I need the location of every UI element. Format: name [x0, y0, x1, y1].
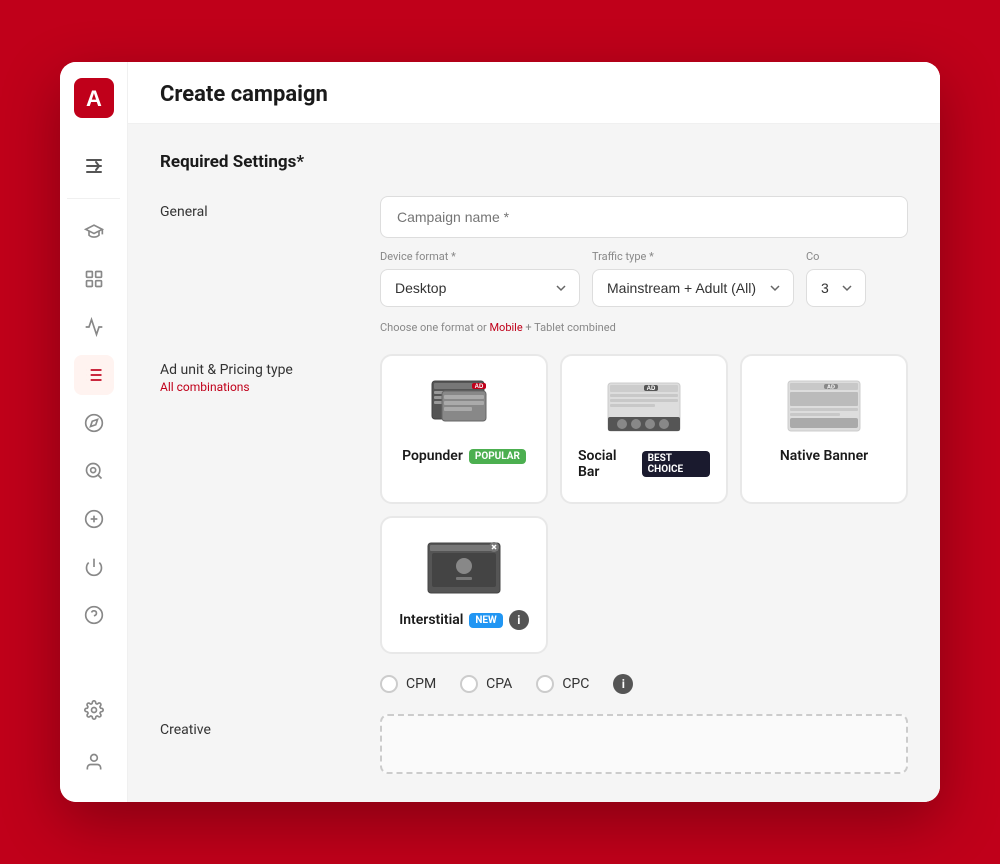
ad-unit-controls: AD Popunder POPULAR: [380, 354, 908, 654]
dropdowns-row: Device format * Desktop Mobile Tablet Tr…: [380, 250, 908, 307]
pricing-option-cpm[interactable]: CPM: [380, 675, 436, 693]
svg-text:AD: AD: [827, 384, 835, 390]
traffic-type-label: Traffic type *: [592, 250, 794, 263]
general-label: General: [160, 196, 380, 334]
traffic-type-group: Traffic type * Mainstream + Adult (All) …: [592, 250, 794, 307]
ad-unit-card-social-bar[interactable]: AD Social Bar BEST CHOICE: [560, 354, 728, 504]
sidebar-item-help[interactable]: [74, 595, 114, 635]
sidebar-divider-top: [67, 198, 121, 199]
sidebar-item-power[interactable]: [74, 547, 114, 587]
ad-units-grid: AD Popunder POPULAR: [380, 354, 908, 654]
sidebar-item-courses[interactable]: [74, 211, 114, 251]
traffic-type-select[interactable]: Mainstream + Adult (All) Mainstream Adul…: [592, 269, 794, 307]
content-area: Required Settings* General Device format…: [128, 124, 940, 802]
creative-placeholder: [380, 714, 908, 774]
device-format-hint: Choose one format or Mobile + Tablet com…: [380, 321, 908, 334]
sidebar-item-dashboard[interactable]: [74, 259, 114, 299]
sidebar-bottom: [74, 686, 114, 786]
app-logo[interactable]: A: [74, 78, 114, 118]
creative-row: Creative: [160, 714, 908, 774]
sidebar-item-billing[interactable]: [74, 499, 114, 539]
country-group: Co 3: [806, 250, 866, 307]
svg-text:AD: AD: [647, 386, 656, 392]
cpa-radio[interactable]: [460, 675, 478, 693]
interstitial-badge: NEW: [469, 613, 502, 628]
cpm-radio[interactable]: [380, 675, 398, 693]
ad-unit-label: Ad unit & Pricing type All combinations: [160, 354, 380, 654]
pricing-option-cpc[interactable]: CPC: [536, 675, 589, 693]
sidebar-item-analytics[interactable]: [74, 307, 114, 347]
country-label: Co: [806, 250, 866, 263]
mobile-link[interactable]: Mobile: [489, 321, 522, 334]
sidebar-nav-toggle[interactable]: [74, 146, 114, 186]
sidebar-item-campaigns[interactable]: [74, 355, 114, 395]
svg-text:A: A: [86, 86, 102, 111]
sidebar-item-settings[interactable]: [74, 690, 114, 730]
social-bar-icon: AD: [604, 376, 684, 436]
pricing-option-cpa[interactable]: CPA: [460, 675, 512, 693]
interstitial-info-icon[interactable]: i: [509, 610, 529, 630]
page-title: Create campaign: [160, 82, 908, 107]
interstitial-icon: [424, 538, 504, 598]
ad-unit-form-row: Ad unit & Pricing type All combinations: [160, 354, 908, 654]
social-bar-name: Social Bar BEST CHOICE: [578, 448, 710, 480]
popunder-icon: AD: [424, 376, 504, 436]
popunder-badge: POPULAR: [469, 449, 526, 464]
native-banner-icon: AD: [784, 376, 864, 436]
main-content: Create campaign Required Settings* Gener…: [128, 62, 940, 802]
general-form-controls: Device format * Desktop Mobile Tablet Tr…: [380, 196, 908, 334]
device-format-label: Device format *: [380, 250, 580, 263]
sidebar-item-profile[interactable]: [74, 742, 114, 782]
social-bar-badge: BEST CHOICE: [642, 451, 710, 477]
ad-unit-card-interstitial[interactable]: Interstitial NEW i: [380, 516, 548, 654]
country-select[interactable]: 3: [806, 269, 866, 307]
popunder-name: Popunder POPULAR: [402, 448, 526, 464]
interstitial-name: Interstitial NEW i: [399, 610, 529, 630]
sidebar-item-explore[interactable]: [74, 403, 114, 443]
sidebar-item-search[interactable]: [74, 451, 114, 491]
svg-text:AD: AD: [475, 384, 484, 390]
ad-unit-card-popunder[interactable]: AD Popunder POPULAR: [380, 354, 548, 504]
general-form-row: General Device format * Desktop Mobile T…: [160, 196, 908, 334]
creative-label: Creative: [160, 714, 380, 774]
device-format-select[interactable]: Desktop Mobile Tablet: [380, 269, 580, 307]
native-banner-name: Native Banner: [780, 448, 868, 464]
pricing-info-icon[interactable]: i: [613, 674, 633, 694]
cpc-radio[interactable]: [536, 675, 554, 693]
pricing-row: CPM CPA CPC i: [160, 674, 908, 694]
app-window: A: [60, 62, 940, 802]
campaign-name-input[interactable]: [380, 196, 908, 238]
page-header: Create campaign: [128, 62, 940, 124]
device-format-group: Device format * Desktop Mobile Tablet: [380, 250, 580, 307]
ad-unit-card-native-banner[interactable]: AD Native Banner: [740, 354, 908, 504]
section-title-required: Required Settings*: [160, 152, 908, 172]
sidebar: A: [60, 62, 128, 802]
